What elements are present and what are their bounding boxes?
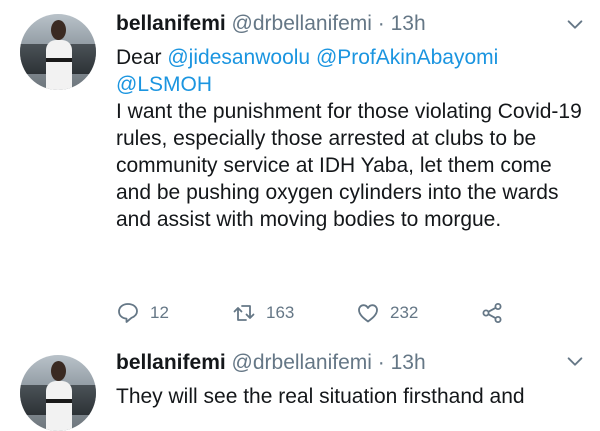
tweet-body: They will see the real situation firstha… [116, 385, 525, 408]
retweet-icon [233, 305, 255, 321]
avatar-figure [46, 40, 72, 90]
user-handle[interactable]: @drbellanifemi [232, 351, 372, 374]
avatar-head [51, 20, 66, 40]
avatar-figure [46, 381, 72, 431]
avatar[interactable] [20, 355, 96, 431]
tweet-body: I want the punishment for those violatin… [116, 100, 582, 231]
share-button[interactable] [480, 298, 514, 328]
tweet-text: They will see the real situation firstha… [116, 383, 586, 410]
tweet-actions: 12 163 232 [116, 298, 536, 328]
heart-icon [358, 304, 378, 323]
separator: · [377, 351, 385, 374]
reply-button[interactable]: 12 [116, 298, 169, 328]
avatar-belt [46, 58, 72, 62]
user-handle[interactable]: @drbellanifemi [232, 12, 372, 35]
reply-icon [118, 303, 138, 323]
tweet-header: bellanifemi @drbellanifemi · 13h [116, 351, 426, 375]
mention-link[interactable]: @LSMOH [116, 73, 212, 96]
tweet[interactable]: bellanifemi @drbellanifemi · 13h Dear @j… [0, 0, 600, 345]
mention-link[interactable]: @ProfAkinAbayomi [316, 46, 498, 69]
tweet-text: Dear @jidesanwoolu @ProfAkinAbayomi @LSM… [116, 44, 586, 233]
like-button[interactable]: 232 [356, 298, 418, 328]
reply-count: 12 [150, 303, 169, 322]
mention-link[interactable]: @jidesanwoolu [167, 46, 310, 69]
chevron-down-icon[interactable] [564, 351, 586, 373]
greeting: Dear [116, 46, 168, 69]
display-name[interactable]: bellanifemi [116, 12, 226, 35]
retweet-count: 163 [266, 303, 295, 322]
separator: · [377, 12, 385, 35]
timestamp[interactable]: 13h [391, 12, 426, 35]
like-count: 232 [390, 303, 419, 322]
avatar[interactable] [20, 14, 96, 90]
tweet[interactable]: bellanifemi @drbellanifemi · 13h They wi… [0, 345, 600, 431]
timestamp[interactable]: 13h [391, 351, 426, 374]
retweet-button[interactable]: 163 [232, 298, 294, 328]
tweet-header: bellanifemi @drbellanifemi · 13h [116, 12, 426, 36]
display-name[interactable]: bellanifemi [116, 351, 226, 374]
avatar-head [51, 361, 66, 381]
share-icon [482, 303, 502, 323]
chevron-down-icon[interactable] [564, 14, 586, 36]
